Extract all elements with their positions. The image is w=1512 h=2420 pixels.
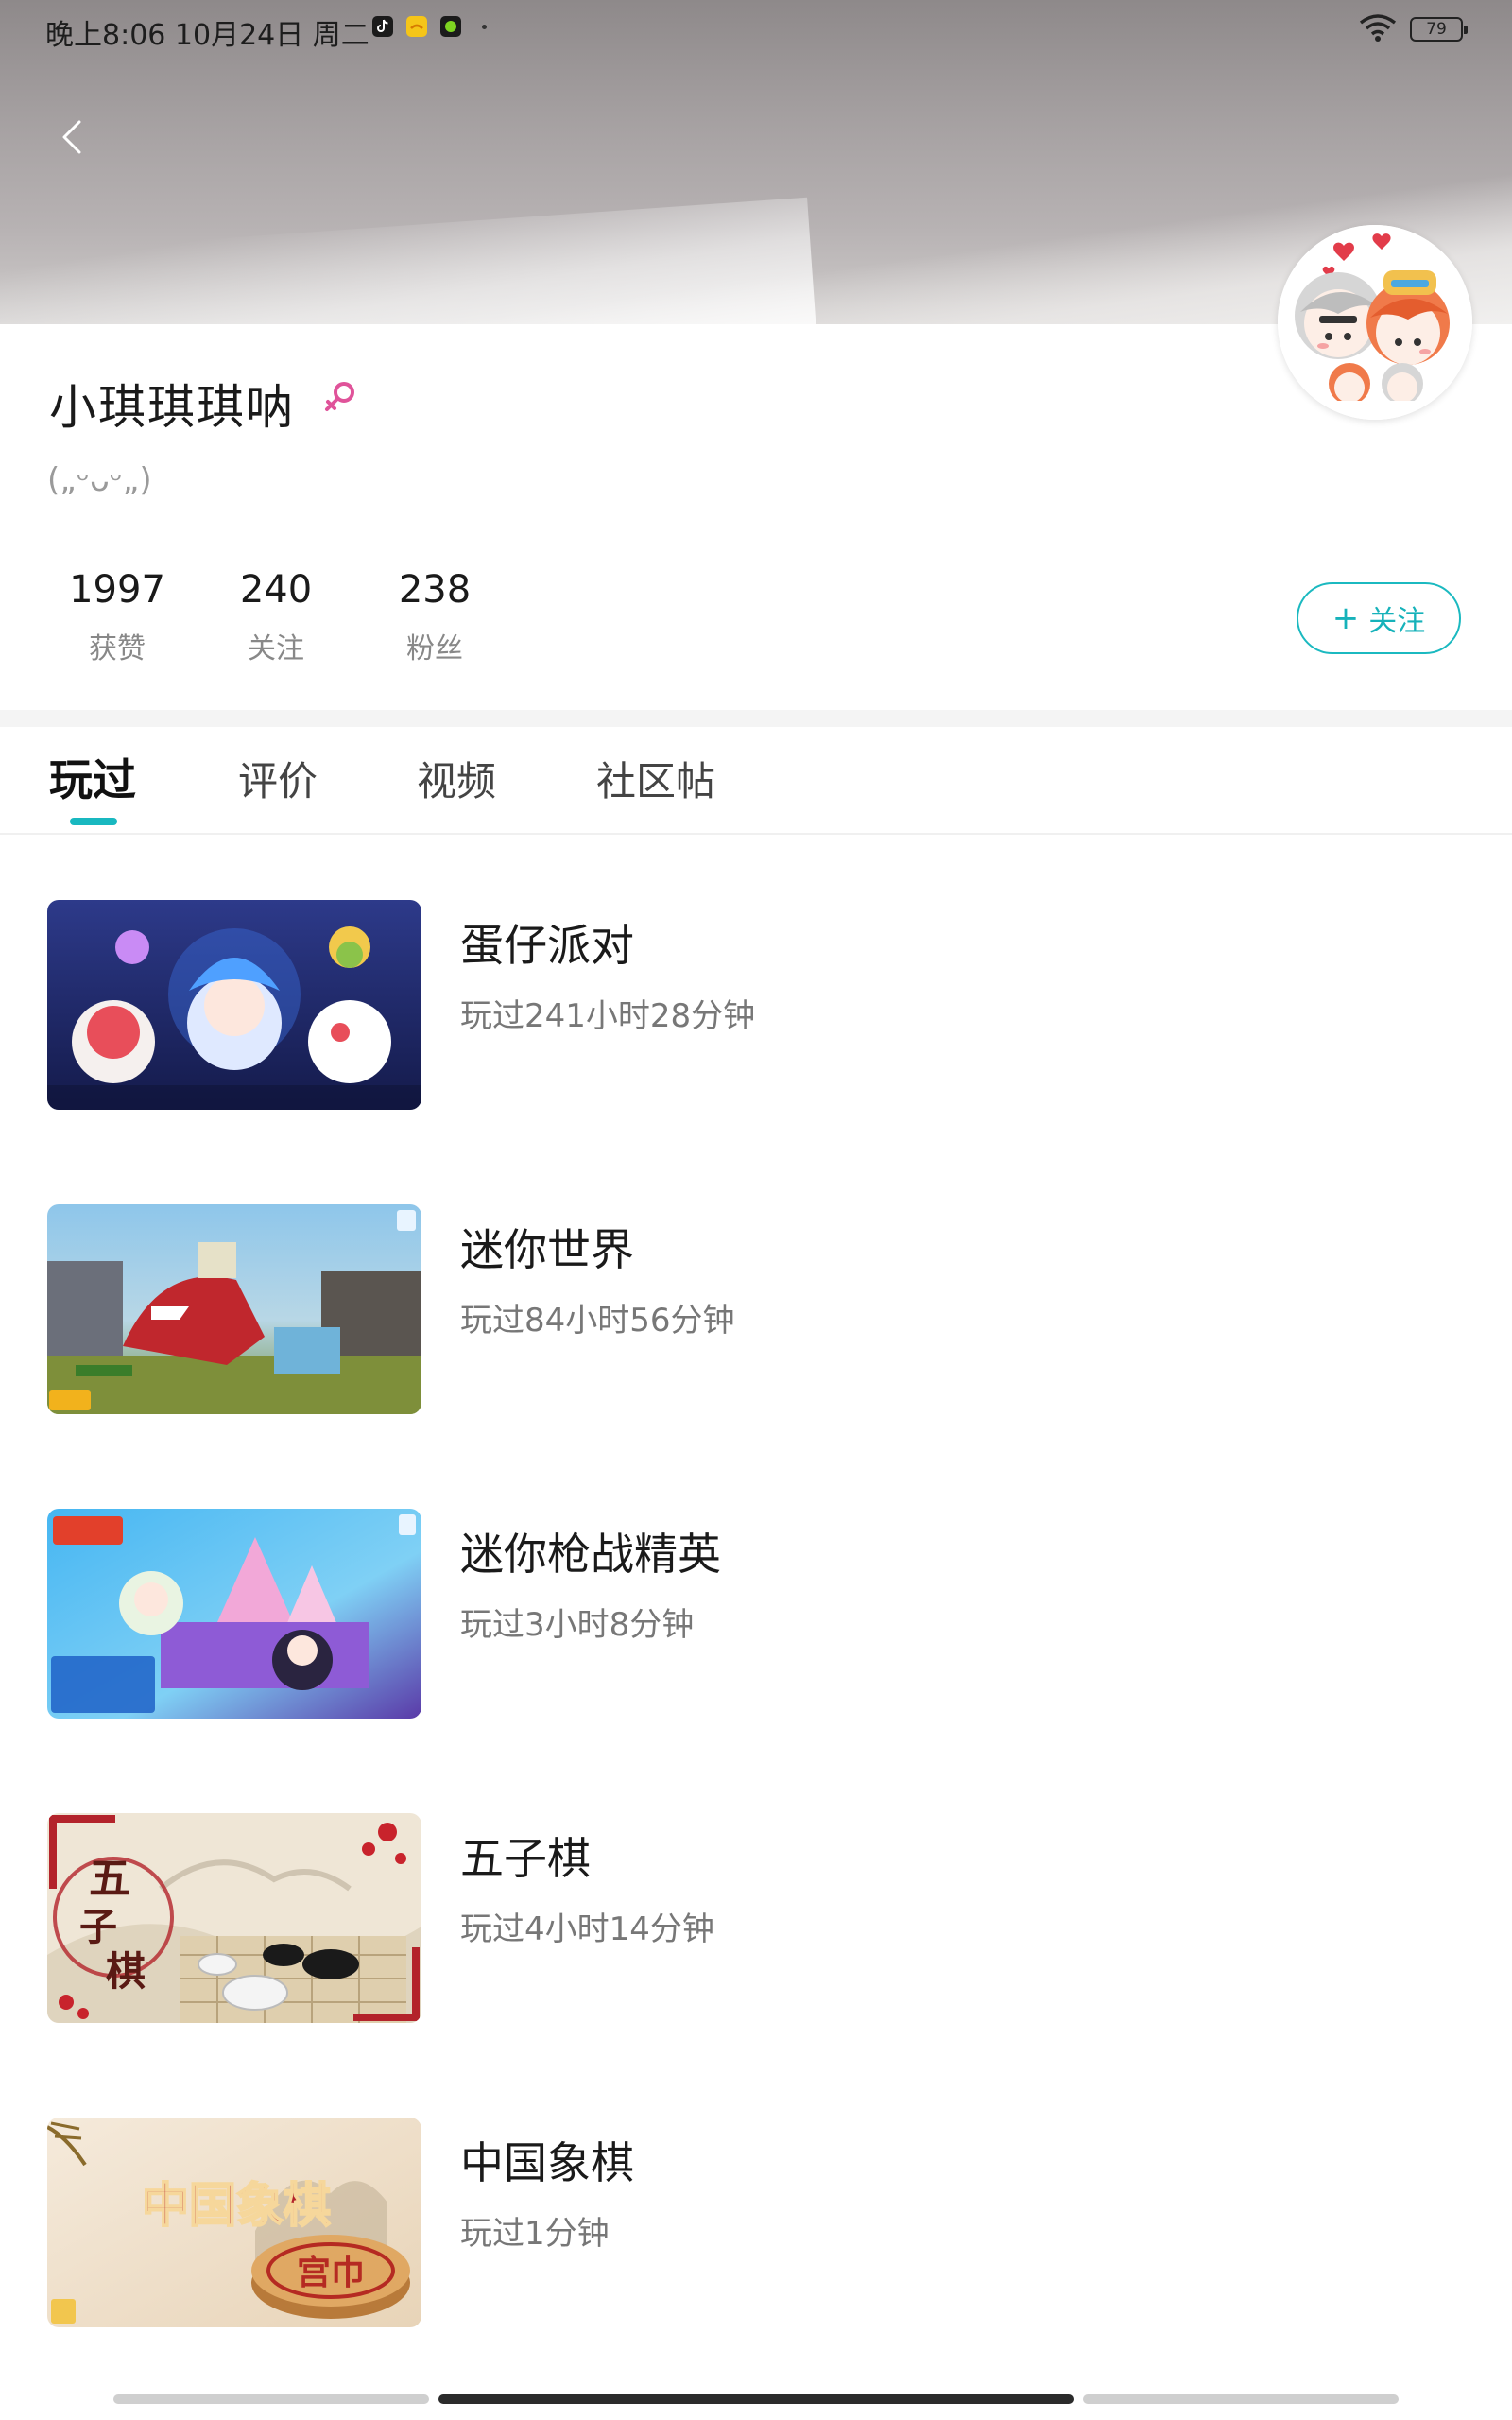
list-item[interactable]: 中国象棋 宫巾 中国象棋 玩过1分钟	[0, 2087, 1512, 2327]
dot-icon	[482, 24, 487, 29]
game-thumbnail: 中国象棋 宫巾	[47, 2118, 421, 2327]
follow-label: 关注	[1368, 605, 1426, 638]
game-thumbnail	[47, 900, 421, 1110]
profile-stats: 1997 获赞 240 关注 238 粉丝	[38, 568, 514, 666]
tab-reviews[interactable]: 评价	[238, 750, 318, 807]
game-title: 迷你世界	[460, 1224, 634, 1275]
list-item[interactable]: 蛋仔派对 玩过241小时28分钟	[0, 870, 1512, 1110]
list-item[interactable]: 迷你世界 玩过84小时56分钟	[0, 1174, 1512, 1414]
nickname: 小琪琪琪呐	[49, 380, 295, 435]
bio: („ᵕᴗᵕ„)	[47, 461, 152, 499]
green-app-icon	[440, 16, 461, 37]
status-time: 晚上8:06 10月24日 周二	[45, 19, 369, 52]
gesture-segment-left	[113, 2394, 429, 2404]
plus-icon: +	[1332, 599, 1360, 637]
avatar[interactable]	[1278, 225, 1472, 420]
game-thumbnail	[47, 1509, 421, 1719]
game-playtime: 玩过1分钟	[460, 2215, 610, 2253]
gesture-segment-right	[1083, 2394, 1399, 2404]
section-divider	[0, 710, 1512, 727]
game-thumbnail: 五 子 棋	[47, 1813, 421, 2023]
list-item[interactable]: 迷你枪战精英 玩过3小时8分钟	[0, 1478, 1512, 1719]
bottom-gesture-bar	[113, 2394, 1399, 2404]
game-playtime: 玩过84小时56分钟	[460, 1302, 735, 1340]
game-playtime: 玩过4小时14分钟	[460, 1910, 714, 1948]
tab-videos[interactable]: 视频	[417, 750, 496, 807]
game-title: 五子棋	[460, 1833, 591, 1884]
game-playtime: 玩过241小时28分钟	[460, 997, 756, 1035]
yellow-app-icon	[406, 16, 427, 37]
stat-followers[interactable]: 238 粉丝	[355, 568, 514, 666]
game-thumbnail	[47, 1204, 421, 1414]
stat-following[interactable]: 240 关注	[197, 568, 355, 666]
stat-following-value: 240	[239, 568, 313, 612]
status-bar: 晚上8:06 10月24日 周二 79	[0, 0, 1512, 57]
tab-played[interactable]: 玩过	[49, 746, 136, 808]
gobang-logo-char-3: 棋	[106, 1948, 146, 1995]
list-item[interactable]: 五 子 棋 五子棋 玩过4小时14分钟	[0, 1783, 1512, 2023]
stat-followers-label: 粉丝	[406, 632, 463, 666]
stat-following-label: 关注	[248, 632, 304, 666]
avatar-illustration	[1278, 225, 1472, 420]
back-button[interactable]	[45, 106, 98, 172]
game-playtime: 玩过3小时8分钟	[460, 1606, 695, 1644]
profile-info: 小琪琪琪呐 („ᵕᴗᵕ„) 1997 获赞 240 关注 238 粉丝 + 关注	[0, 324, 1512, 710]
gobang-logo-char-2: 子	[79, 1905, 117, 1949]
gobang-logo-char-1: 五	[89, 1855, 130, 1903]
tab-community-posts[interactable]: 社区帖	[596, 750, 715, 807]
profile-tabs: 玩过 评价 视频 社区帖	[0, 727, 1512, 835]
xiangqi-logo-text: 中国象棋	[142, 2177, 331, 2233]
follow-button[interactable]: + 关注	[1297, 582, 1461, 654]
stat-followers-value: 238	[398, 568, 472, 612]
status-app-icons	[372, 16, 487, 37]
battery-icon: 79	[1410, 17, 1468, 42]
xiangqi-piece-text: 宫巾	[297, 2253, 365, 2292]
status-right: 79	[1359, 13, 1468, 45]
game-title: 蛋仔派对	[460, 920, 634, 971]
gesture-segment-center[interactable]	[438, 2394, 1074, 2404]
stat-likes[interactable]: 1997 获赞	[38, 568, 197, 666]
wifi-icon	[1359, 13, 1397, 45]
tiktok-icon	[372, 16, 393, 37]
active-tab-indicator	[70, 818, 117, 825]
game-title: 中国象棋	[460, 2137, 634, 2188]
game-title: 迷你枪战精英	[460, 1529, 721, 1580]
stat-likes-value: 1997	[69, 568, 165, 612]
female-gender-icon	[321, 377, 359, 419]
chevron-left-icon	[60, 118, 83, 160]
stat-likes-label: 获赞	[89, 632, 146, 666]
